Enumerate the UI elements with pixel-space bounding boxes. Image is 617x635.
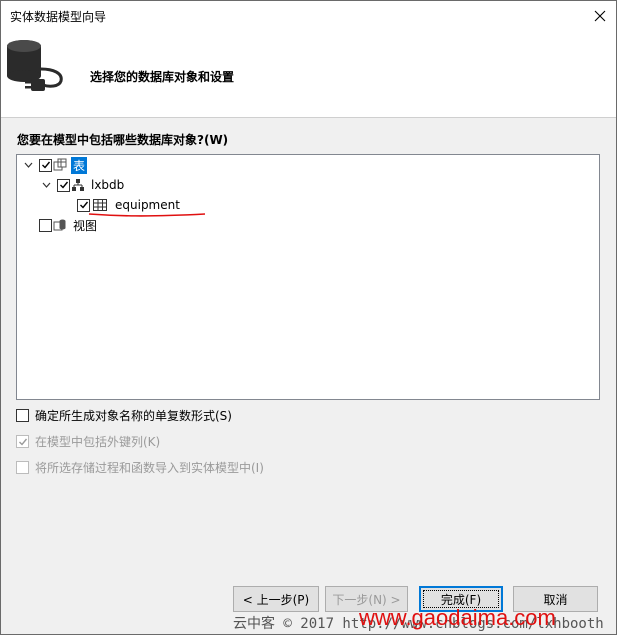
schema-checkbox[interactable] <box>57 178 70 192</box>
foreign-keys-label: 在模型中包括外键列(K) <box>35 435 161 449</box>
collapse-arrow-icon[interactable] <box>22 159 34 171</box>
schema-icon <box>70 177 86 193</box>
watermark-site: www.gaodaima.com <box>359 605 556 630</box>
red-underline-annotation <box>88 213 206 217</box>
foreign-keys-checkbox[interactable] <box>16 435 29 448</box>
wizard-window: 实体数据模型向导 选择您的数据库对象和设置 您要在模型中包括哪些数据库对象?(W… <box>0 0 617 635</box>
previous-button-label: < 上一步(P) <box>242 592 310 607</box>
schema-label: lxbdb <box>91 178 125 192</box>
foreign-keys-option[interactable]: 在模型中包括外键列(K) <box>16 433 160 450</box>
pluralize-checkbox[interactable] <box>16 409 29 422</box>
import-procs-label: 将所选存储过程和函数导入到实体模型中(I) <box>35 461 264 475</box>
database-plug-icon <box>7 40 63 91</box>
tables-label: 表 <box>71 156 88 174</box>
views-checkbox[interactable] <box>39 218 52 232</box>
tree-node-schema[interactable]: lxbdb <box>40 175 126 195</box>
wizard-header: 选择您的数据库对象和设置 <box>1 31 616 118</box>
objects-question-label: 您要在模型中包括哪些数据库对象?(W) <box>17 133 229 147</box>
views-icon <box>52 217 68 233</box>
window-title: 实体数据模型向导 <box>10 10 107 24</box>
page-subtitle: 选择您的数据库对象和设置 <box>90 70 235 84</box>
tables-folder-icon <box>52 157 68 173</box>
import-procs-checkbox[interactable] <box>16 461 29 474</box>
collapse-arrow-icon[interactable] <box>40 179 52 191</box>
tree-node-tables[interactable]: 表 <box>22 155 88 175</box>
close-icon <box>594 10 606 22</box>
previous-button[interactable]: < 上一步(P) <box>233 586 319 612</box>
pluralize-label: 确定所生成对象名称的单复数形式(S) <box>35 409 232 423</box>
title-bar[interactable]: 实体数据模型向导 <box>1 1 616 31</box>
database-objects-tree[interactable]: 表 lxbdb equipment 视图 <box>16 154 600 400</box>
pluralize-option[interactable]: 确定所生成对象名称的单复数形式(S) <box>16 407 232 424</box>
import-procs-option[interactable]: 将所选存储过程和函数导入到实体模型中(I) <box>16 459 264 476</box>
close-button[interactable] <box>584 1 616 31</box>
tables-checkbox[interactable] <box>39 158 52 172</box>
